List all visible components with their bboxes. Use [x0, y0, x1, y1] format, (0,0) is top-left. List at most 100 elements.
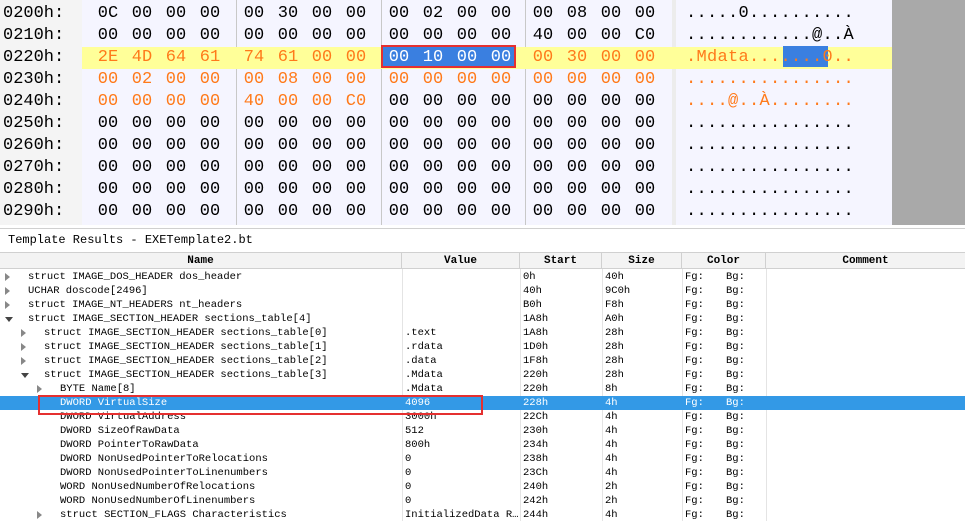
- hex-byte[interactable]: 00: [237, 135, 271, 157]
- hex-byte[interactable]: 00: [91, 69, 125, 91]
- hex-byte[interactable]: 00: [594, 157, 628, 179]
- hex-byte[interactable]: 00: [594, 135, 628, 157]
- template-row[interactable]: DWORD NonUsedPointerToLinenumbers 0 23Ch 4h…: [0, 466, 965, 480]
- hex-byte[interactable]: 00: [628, 3, 662, 25]
- hex-byte[interactable]: 00: [125, 25, 159, 47]
- hex-byte[interactable]: 00: [193, 179, 227, 201]
- ascii-text[interactable]: ................: [686, 179, 854, 201]
- hex-byte[interactable]: 30: [271, 3, 305, 25]
- hex-byte[interactable]: 00: [125, 201, 159, 223]
- hex-byte[interactable]: 00: [305, 91, 339, 113]
- hex-byte[interactable]: 00: [91, 157, 125, 179]
- ascii-text[interactable]: .....0..........: [686, 3, 854, 25]
- hex-byte[interactable]: 00: [339, 3, 373, 25]
- hex-byte[interactable]: 00: [91, 113, 125, 135]
- hex-byte[interactable]: 00: [484, 201, 518, 223]
- hex-byte[interactable]: 00: [339, 113, 373, 135]
- hex-byte[interactable]: 00: [237, 179, 271, 201]
- ascii-text[interactable]: ............@..À: [686, 25, 854, 47]
- hex-byte[interactable]: 00: [560, 25, 594, 47]
- hex-row[interactable]: 0260h: 00 00 00 00 00 00 00 00 00 00 00 00 00 00 00 00..…: [0, 135, 892, 157]
- hex-byte[interactable]: 00: [560, 201, 594, 223]
- template-row[interactable]: DWORD PointerToRawData 800h 234h 4h Fg: Bg:: [0, 438, 965, 452]
- ascii-text[interactable]: ................: [686, 157, 854, 179]
- template-row[interactable]: WORD NonUsedNumberOfRelocations 0 240h 2h Fg…: [0, 480, 965, 494]
- hex-byte[interactable]: 00: [560, 69, 594, 91]
- hex-byte[interactable]: 00: [628, 69, 662, 91]
- expand-arrow-icon[interactable]: [37, 385, 42, 393]
- hex-byte[interactable]: 00: [594, 179, 628, 201]
- template-row[interactable]: UCHAR doscode[2496] 40h 9C0h Fg: Bg:: [0, 284, 965, 298]
- hex-byte[interactable]: 00: [484, 3, 518, 25]
- hex-byte[interactable]: 00: [193, 135, 227, 157]
- hex-byte[interactable]: 00: [339, 69, 373, 91]
- hex-byte[interactable]: 00: [450, 25, 484, 47]
- hex-byte[interactable]: 00: [594, 91, 628, 113]
- hex-byte[interactable]: 00: [237, 69, 271, 91]
- hex-byte[interactable]: 00: [237, 201, 271, 223]
- hex-byte[interactable]: 00: [339, 179, 373, 201]
- column-header-color[interactable]: Color: [682, 253, 766, 269]
- hex-byte[interactable]: 00: [594, 69, 628, 91]
- hex-byte[interactable]: 00: [526, 91, 560, 113]
- hex-byte[interactable]: 00: [560, 135, 594, 157]
- expand-arrow-icon[interactable]: [21, 357, 26, 365]
- hex-byte[interactable]: 00: [237, 25, 271, 47]
- hex-byte[interactable]: 00: [193, 69, 227, 91]
- expand-arrow-icon[interactable]: [5, 287, 10, 295]
- hex-byte[interactable]: 00: [339, 135, 373, 157]
- hex-editor-pane[interactable]: 0200h: 0C 00 00 00 00 30 00 00 00 02 00 00 00 08 00 00..…: [0, 0, 965, 225]
- hex-byte[interactable]: 00: [382, 3, 416, 25]
- hex-byte[interactable]: 00: [271, 201, 305, 223]
- hex-byte[interactable]: 00: [484, 157, 518, 179]
- hex-byte[interactable]: 00: [560, 179, 594, 201]
- template-row[interactable]: struct IMAGE_SECTION_HEADER sections_tab…: [0, 326, 965, 340]
- column-header-name[interactable]: Name: [0, 253, 402, 269]
- hex-byte[interactable]: 00: [91, 91, 125, 113]
- hex-byte[interactable]: 00: [382, 201, 416, 223]
- hex-byte[interactable]: C0: [339, 91, 373, 113]
- hex-byte[interactable]: 00: [594, 3, 628, 25]
- template-row[interactable]: struct IMAGE_SECTION_HEADER sections_tab…: [0, 354, 965, 368]
- hex-byte[interactable]: 00: [305, 201, 339, 223]
- hex-byte[interactable]: 00: [305, 157, 339, 179]
- template-row[interactable]: struct IMAGE_DOS_HEADER dos_header 0h 40h F…: [0, 270, 965, 284]
- hex-byte[interactable]: 08: [560, 3, 594, 25]
- hex-byte[interactable]: 00: [305, 25, 339, 47]
- hex-byte[interactable]: 00: [271, 113, 305, 135]
- hex-byte[interactable]: 00: [382, 91, 416, 113]
- template-row[interactable]: struct IMAGE_SECTION_HEADER sections_tab…: [0, 312, 965, 326]
- hex-byte[interactable]: 00: [159, 69, 193, 91]
- hex-byte[interactable]: 00: [416, 69, 450, 91]
- hex-byte[interactable]: 00: [305, 135, 339, 157]
- column-header-start[interactable]: Start: [520, 253, 602, 269]
- hex-byte[interactable]: 00: [526, 179, 560, 201]
- hex-byte[interactable]: 00: [339, 25, 373, 47]
- hex-byte[interactable]: 00: [305, 3, 339, 25]
- expand-arrow-icon[interactable]: [5, 273, 10, 281]
- template-row[interactable]: BYTE Name[8] .Mdata 220h 8h Fg: Bg:: [0, 382, 965, 396]
- hex-byte[interactable]: 00: [484, 179, 518, 201]
- hex-byte[interactable]: 4D: [125, 47, 159, 69]
- hex-byte[interactable]: 00: [628, 135, 662, 157]
- hex-byte[interactable]: 00: [271, 157, 305, 179]
- template-row[interactable]: struct IMAGE_NT_HEADERS nt_headers B0h F8h…: [0, 298, 965, 312]
- hex-byte[interactable]: C0: [628, 25, 662, 47]
- hex-byte[interactable]: 00: [237, 113, 271, 135]
- hex-byte[interactable]: 00: [382, 179, 416, 201]
- hex-row[interactable]: 0200h: 0C 00 00 00 00 30 00 00 00 02 00 00 00 08 00 00..…: [0, 3, 892, 25]
- hex-byte[interactable]: 00: [271, 91, 305, 113]
- hex-byte[interactable]: 00: [450, 179, 484, 201]
- hex-byte[interactable]: 00: [159, 91, 193, 113]
- collapse-arrow-icon[interactable]: [5, 317, 13, 322]
- hex-byte[interactable]: 00: [91, 179, 125, 201]
- hex-byte[interactable]: 00: [450, 135, 484, 157]
- hex-byte[interactable]: 00: [382, 157, 416, 179]
- ascii-text[interactable]: ....@..À........: [686, 91, 854, 113]
- hex-byte[interactable]: 00: [193, 91, 227, 113]
- hex-byte[interactable]: 74: [237, 47, 271, 69]
- hex-byte[interactable]: 02: [416, 3, 450, 25]
- hex-row[interactable]: 0270h: 00 00 00 00 00 00 00 00 00 00 00 00 00 00 00 00..…: [0, 157, 892, 179]
- hex-byte[interactable]: 00: [526, 3, 560, 25]
- hex-byte[interactable]: 02: [125, 69, 159, 91]
